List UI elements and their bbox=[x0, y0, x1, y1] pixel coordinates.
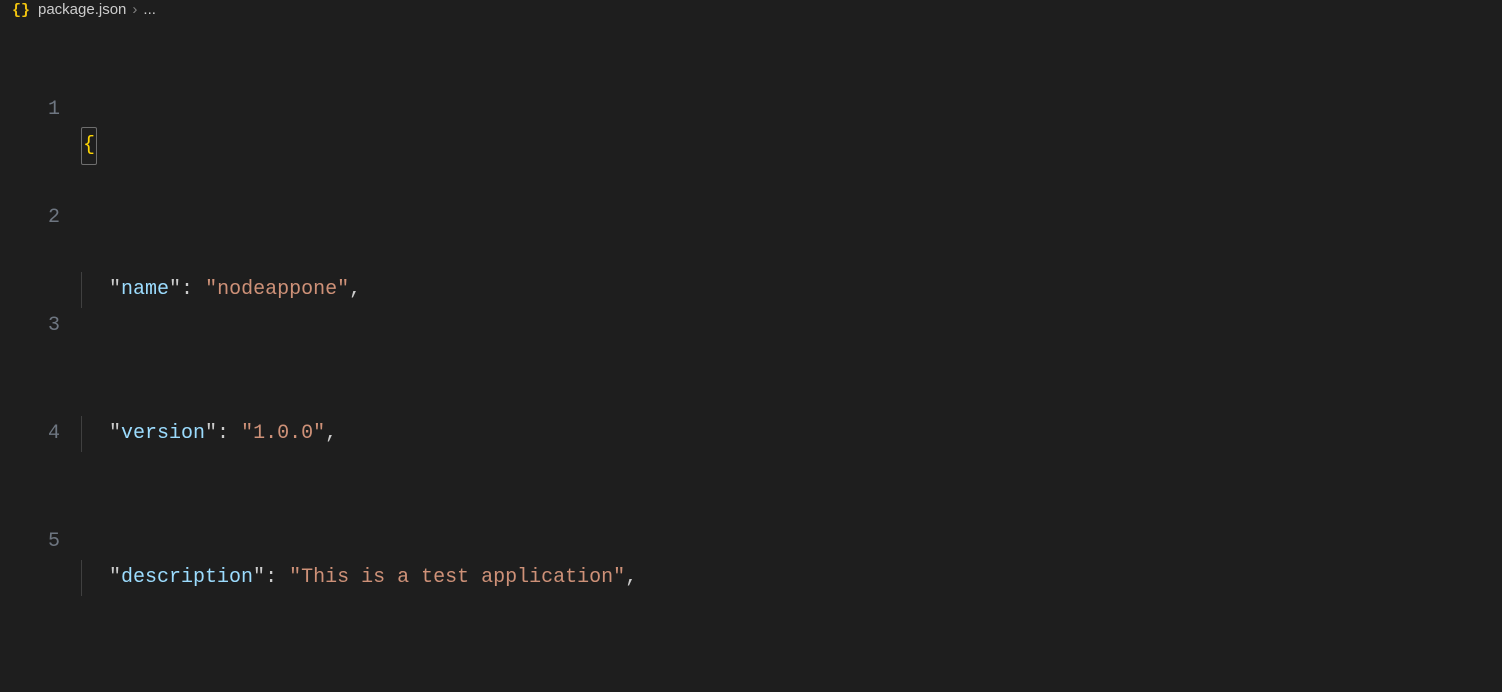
json-key: name bbox=[121, 272, 169, 308]
svg-text:{: { bbox=[12, 2, 21, 18]
code-line[interactable]: { bbox=[82, 128, 1502, 164]
code-content[interactable]: { "name": "nodeappone", "version": "1.0.… bbox=[82, 18, 1502, 692]
json-key: version bbox=[121, 416, 205, 452]
line-number: 1 bbox=[0, 92, 60, 128]
breadcrumb-path[interactable]: ... bbox=[143, 1, 156, 18]
json-file-icon: { } bbox=[12, 0, 30, 18]
code-line[interactable]: "name": "nodeappone", bbox=[82, 272, 1502, 308]
code-area[interactable]: 1 2 3 4 5 6 7 8 9 10 11 12 13 14 15 16 1… bbox=[0, 18, 1502, 692]
json-key: description bbox=[121, 560, 253, 596]
code-line[interactable]: "version": "1.0.0", bbox=[82, 416, 1502, 452]
editor-root: { } package.json › ... 1 2 3 4 5 6 7 8 9… bbox=[0, 0, 1502, 692]
json-string: 1.0.0 bbox=[253, 416, 313, 452]
svg-text:}: } bbox=[21, 2, 30, 18]
gutter: 1 2 3 4 5 6 7 8 9 10 11 12 13 14 15 16 1… bbox=[0, 18, 82, 692]
json-string: nodeappone bbox=[217, 272, 337, 308]
line-number: 4 bbox=[0, 416, 60, 452]
line-number: 5 bbox=[0, 524, 60, 560]
code-line[interactable]: "description": "This is a test applicati… bbox=[82, 560, 1502, 596]
breadcrumb-separator: › bbox=[132, 1, 137, 18]
json-string: This is a test application bbox=[301, 560, 613, 596]
line-number: 3 bbox=[0, 308, 60, 344]
line-number: 2 bbox=[0, 200, 60, 236]
breadcrumb[interactable]: { } package.json › ... bbox=[0, 0, 1502, 18]
brace-open: { bbox=[81, 127, 97, 165]
breadcrumb-file[interactable]: package.json bbox=[38, 1, 126, 18]
